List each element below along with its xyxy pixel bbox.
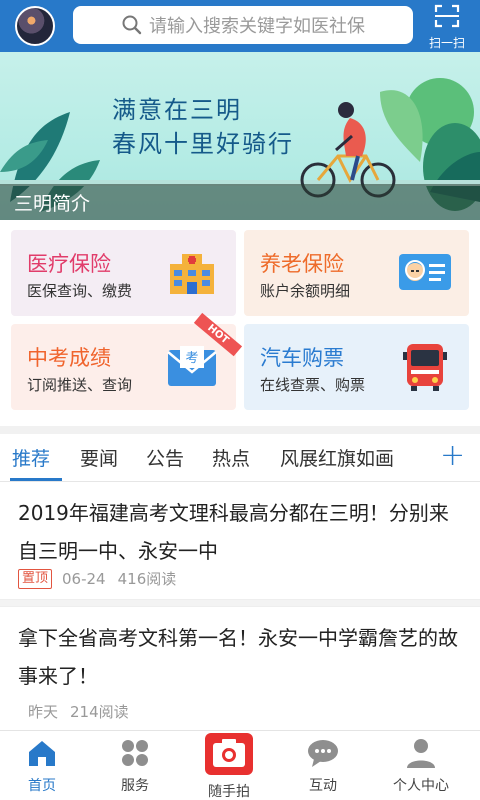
service-title: 养老保险	[260, 252, 344, 276]
service-subtitle: 账户余额明细	[260, 282, 351, 300]
tab-hot[interactable]: 热点	[212, 444, 250, 471]
section-divider	[0, 426, 480, 434]
banner-headline-1: 满意在三明	[112, 96, 242, 124]
service-grid: 医疗保险 医保查询、缴费 养老保险 账户余额明细 中考成绩 订阅推送、查询 考 …	[0, 220, 480, 426]
news-date: 06-24	[62, 569, 106, 588]
tab-red-flag[interactable]: 风展红旗如画	[280, 444, 394, 471]
avatar[interactable]	[15, 6, 55, 46]
id-card-icon	[399, 254, 451, 290]
news-date: 昨天	[28, 703, 59, 721]
news-meta: 昨天 214阅读	[28, 701, 129, 722]
news-read-count: 214阅读	[70, 703, 129, 721]
scan-label: 扫一扫	[428, 36, 465, 50]
nav-label: 个人中心	[393, 778, 449, 794]
active-tab-indicator	[10, 478, 62, 481]
news-title: 2019年福建高考文理科最高分都在三明！分别来自三明一中、永安一中	[18, 501, 449, 563]
tab-recommended[interactable]: 推荐	[12, 444, 50, 471]
grid-services-icon	[122, 740, 148, 766]
service-card-bus-tickets[interactable]: 汽车购票 在线查票、购票	[244, 324, 469, 410]
news-tab-bar: 推荐 要闻 公告 热点 风展红旗如画 +	[0, 434, 480, 482]
nav-label: 首页	[28, 778, 56, 794]
hospital-icon	[170, 254, 214, 294]
search-placeholder: 请输入搜索关键字如医社保	[149, 16, 365, 37]
service-title: 中考成绩	[27, 346, 111, 370]
nav-label: 随手拍	[208, 784, 250, 800]
news-meta: 置顶 06-24 416阅读	[18, 568, 176, 589]
nav-label: 互动	[309, 778, 337, 794]
exam-envelope-icon: 考	[167, 346, 217, 386]
promo-banner[interactable]: 满意在三明 春风十里好骑行 三明简介	[0, 52, 480, 220]
service-subtitle: 订阅推送、查询	[27, 376, 133, 394]
chat-icon	[308, 740, 338, 767]
nav-interact[interactable]: 互动	[278, 737, 368, 795]
search-icon	[121, 14, 143, 36]
scan-icon	[434, 4, 460, 28]
pinned-badge: 置顶	[18, 568, 53, 589]
bottom-nav: 首页 服务 随手拍 互动 个人中心	[0, 730, 480, 800]
service-subtitle: 在线查票、购票	[260, 376, 366, 394]
service-subtitle: 医保查询、缴费	[27, 282, 133, 300]
service-title: 医疗保险	[27, 252, 111, 276]
user-icon	[407, 739, 435, 768]
service-title: 汽车购票	[260, 346, 344, 370]
nav-services[interactable]: 服务	[90, 737, 180, 795]
nav-label: 服务	[121, 778, 149, 794]
banner-caption: 三明简介	[0, 184, 480, 220]
news-title: 拿下全省高考文科第一名！永安一中学霸詹艺的故事来了！	[18, 626, 458, 688]
camera-icon	[205, 733, 253, 775]
nav-snapshot[interactable]: 随手拍	[184, 733, 274, 800]
nav-profile[interactable]: 个人中心	[376, 737, 466, 795]
scan-button[interactable]: 扫一扫	[424, 4, 470, 50]
service-card-pension-insurance[interactable]: 养老保险 账户余额明细	[244, 230, 469, 316]
svg-text:考: 考	[185, 351, 198, 366]
app-root: 请输入搜索关键字如医社保 扫一扫 满意在三明 春风十里好骑行 三明简介 医疗保险…	[0, 0, 480, 800]
home-icon	[29, 741, 55, 766]
nav-home[interactable]: 首页	[0, 737, 87, 795]
add-tab-button[interactable]: +	[440, 438, 465, 473]
banner-caption-text: 三明简介	[14, 193, 91, 215]
service-card-medical-insurance[interactable]: 医疗保险 医保查询、缴费	[11, 230, 236, 316]
banner-headline-2: 春风十里好骑行	[112, 130, 294, 158]
tab-announcements[interactable]: 公告	[146, 444, 184, 471]
bus-icon	[403, 344, 447, 391]
top-bar: 请输入搜索关键字如医社保 扫一扫	[0, 0, 480, 52]
news-item[interactable]: 2019年福建高考文理科最高分都在三明！分别来自三明一中、永安一中 置顶 06-…	[0, 482, 480, 600]
service-card-exam-results[interactable]: 中考成绩 订阅推送、查询 考 HOT	[11, 312, 243, 410]
search-input[interactable]: 请输入搜索关键字如医社保	[73, 6, 413, 44]
news-read-count: 416阅读	[117, 570, 177, 588]
tab-headlines[interactable]: 要闻	[80, 444, 118, 471]
news-item[interactable]: 拿下全省高考文科第一名！永安一中学霸詹艺的故事来了！ 昨天 214阅读	[0, 606, 480, 730]
